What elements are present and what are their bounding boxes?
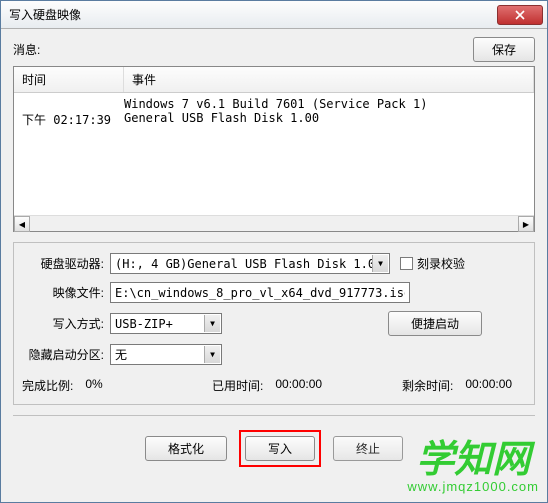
messages-label: 消息:	[13, 41, 473, 58]
write-button[interactable]: 写入	[245, 436, 315, 461]
drive-select[interactable]: (H:, 4 GB)General USB Flash Disk 1.00 ▼	[110, 253, 390, 274]
abort-button[interactable]: 终止	[333, 436, 403, 461]
verify-label: 刻录校验	[417, 255, 465, 272]
hidden-value: 无	[115, 346, 127, 363]
bottom-buttons: 格式化 写入 终止	[13, 416, 535, 479]
close-icon	[515, 10, 525, 20]
log-time	[22, 97, 124, 111]
scroll-track[interactable]	[30, 216, 518, 231]
horizontal-scrollbar[interactable]: ◀ ▶	[14, 215, 534, 231]
write-method-select[interactable]: USB-ZIP+ ▼	[110, 313, 222, 334]
log-panel: 时间 事件 Windows 7 v6.1 Build 7601 (Service…	[13, 66, 535, 232]
log-body: Windows 7 v6.1 Build 7601 (Service Pack …	[14, 93, 534, 132]
log-event: General USB Flash Disk 1.00	[124, 111, 526, 128]
hidden-label: 隐藏启动分区:	[22, 346, 110, 363]
elapsed-value: 00:00:00	[275, 377, 322, 394]
titlebar: 写入硬盘映像	[1, 1, 547, 29]
progress-value: 0%	[85, 377, 102, 394]
elapsed-label: 已用时间:	[212, 377, 263, 394]
chevron-down-icon: ▼	[372, 255, 388, 272]
hidden-partition-select[interactable]: 无 ▼	[110, 344, 222, 365]
method-label: 写入方式:	[22, 315, 110, 332]
content-area: 消息: 保存 时间 事件 Windows 7 v6.1 Build 7601 (…	[1, 29, 547, 487]
scroll-right-icon[interactable]: ▶	[518, 216, 534, 232]
remaining-value: 00:00:00	[465, 377, 512, 394]
drive-label: 硬盘驱动器:	[22, 255, 110, 272]
verify-checkbox[interactable]	[400, 257, 413, 270]
log-col-event[interactable]: 事件	[124, 67, 534, 92]
scroll-left-icon[interactable]: ◀	[14, 216, 30, 232]
method-value: USB-ZIP+	[115, 317, 173, 331]
window-title: 写入硬盘映像	[9, 6, 497, 23]
status-row: 完成比例: 0% 已用时间: 00:00:00 剩余时间: 00:00:00	[22, 377, 526, 394]
log-event: Windows 7 v6.1 Build 7601 (Service Pack …	[124, 97, 526, 111]
format-button[interactable]: 格式化	[145, 436, 227, 461]
log-row: 下午 02:17:39 General USB Flash Disk 1.00	[22, 111, 526, 128]
image-file-input[interactable]	[110, 282, 410, 303]
highlight-box: 写入	[239, 430, 321, 467]
log-time: 下午 02:17:39	[22, 111, 124, 128]
log-col-time[interactable]: 时间	[14, 67, 124, 92]
remaining-label: 剩余时间:	[402, 377, 453, 394]
form-area: 硬盘驱动器: (H:, 4 GB)General USB Flash Disk …	[13, 242, 535, 405]
progress-label: 完成比例:	[22, 377, 73, 394]
log-row: Windows 7 v6.1 Build 7601 (Service Pack …	[22, 97, 526, 111]
image-label: 映像文件:	[22, 284, 110, 301]
fastboot-button[interactable]: 便捷启动	[388, 311, 482, 336]
chevron-down-icon: ▼	[204, 346, 220, 363]
drive-value: (H:, 4 GB)General USB Flash Disk 1.00	[115, 257, 382, 271]
chevron-down-icon: ▼	[204, 315, 220, 332]
dialog-window: 写入硬盘映像 消息: 保存 时间 事件 Windows 7 v6.1 Build…	[0, 0, 548, 503]
save-button[interactable]: 保存	[473, 37, 535, 62]
log-header: 时间 事件	[14, 67, 534, 93]
close-button[interactable]	[497, 5, 543, 25]
verify-checkbox-wrap[interactable]: 刻录校验	[400, 255, 465, 272]
